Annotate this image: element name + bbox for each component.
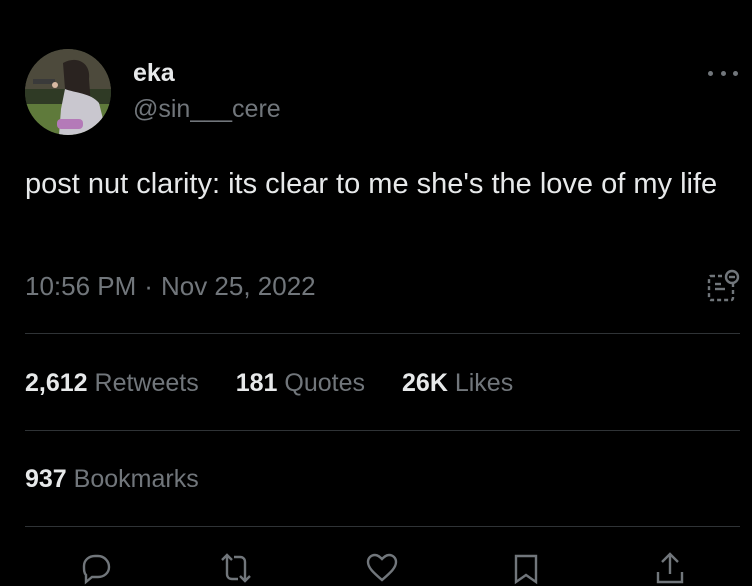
- divider: [25, 430, 740, 431]
- divider: [25, 333, 740, 334]
- share-icon[interactable]: [652, 550, 688, 586]
- quotes-label: Quotes: [284, 369, 366, 397]
- author-handle[interactable]: @sin___cere: [133, 94, 281, 124]
- avatar[interactable]: [25, 49, 111, 135]
- more-dot: [708, 70, 713, 76]
- likes-count: 26K: [402, 369, 448, 397]
- engagement-stats: 2,612 Retweets 181 Quotes 26K Likes: [25, 367, 513, 399]
- quotes-count: 181: [235, 369, 278, 397]
- more-dot: [720, 70, 726, 76]
- likes-stat[interactable]: 26K Likes: [402, 367, 513, 399]
- retweets-label: Retweets: [94, 369, 199, 397]
- tweet-date[interactable]: Nov 25, 2022: [161, 270, 316, 302]
- retweets-stat[interactable]: 2,612 Retweets: [25, 367, 199, 399]
- more-options-icon[interactable]: [708, 63, 738, 83]
- likes-label: Likes: [454, 369, 514, 397]
- reply-icon[interactable]: [78, 550, 114, 586]
- bookmarks-count: 937: [25, 465, 67, 493]
- quotes-stat[interactable]: 181 Quotes: [236, 367, 365, 399]
- tweet-timestamp[interactable]: 10:56 PM · Nov 25, 2022: [25, 270, 316, 302]
- tweet-time[interactable]: 10:56 PM: [25, 270, 136, 302]
- retweets-count: 2,612: [25, 369, 88, 397]
- meta-separator: ·: [144, 271, 153, 301]
- retweet-icon[interactable]: [218, 550, 254, 586]
- action-bar: [0, 540, 752, 585]
- like-icon[interactable]: [364, 550, 400, 586]
- analytics-icon[interactable]: [705, 268, 741, 304]
- tweet-text: post nut clarity: its clear to me she's …: [25, 168, 718, 200]
- divider: [25, 526, 740, 527]
- bookmark-icon[interactable]: [508, 550, 544, 586]
- profile-photo-icon: [25, 49, 111, 135]
- bookmarks-label: Bookmarks: [73, 465, 199, 493]
- more-dot: [733, 70, 738, 76]
- author-name[interactable]: eka: [133, 58, 175, 88]
- bookmarks-stat[interactable]: 937 Bookmarks: [25, 463, 199, 495]
